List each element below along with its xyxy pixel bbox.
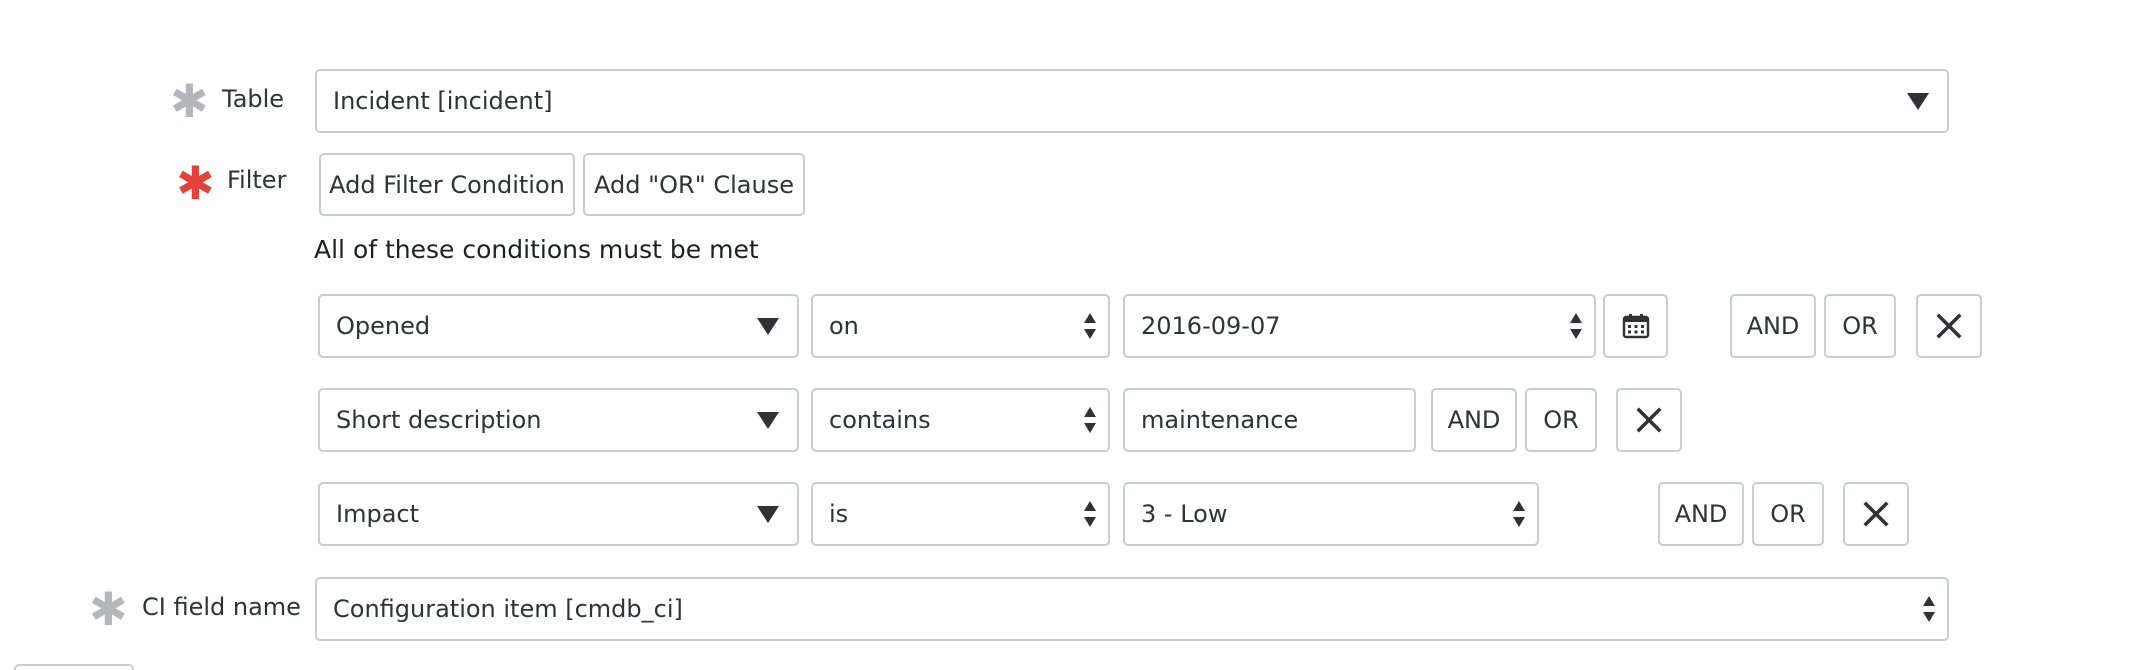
condition-field-value: Opened [336,312,431,340]
remove-condition-button[interactable] [1843,482,1909,546]
remove-condition-button[interactable] [1616,388,1682,452]
ci-field-name-value: Configuration item [cmdb_ci] [333,595,683,623]
required-mandatory-icon: ✱ [176,156,215,210]
condition-field-select[interactable]: Opened [318,294,799,358]
condition-operator-value: on [829,312,859,340]
condition-date-input[interactable]: 2016-09-07 [1123,294,1596,358]
close-icon [1863,501,1889,527]
select-arrows-icon [1923,595,1935,623]
condition-operator-select[interactable]: is [811,482,1110,546]
or-button[interactable]: OR [1752,482,1824,546]
condition-value-text: 3 - Low [1141,500,1228,528]
conditions-heading: All of these conditions must be met [314,235,759,264]
required-indicator-icon: ✱ [170,74,209,128]
filter-label: Filter [227,166,287,194]
chevron-down-icon [757,318,779,335]
condition-operator-select[interactable]: on [811,294,1110,358]
condition-operator-value: contains [829,406,931,434]
close-icon [1936,313,1962,339]
chevron-down-icon [757,506,779,523]
select-arrows-icon [1084,406,1096,434]
or-button[interactable]: OR [1525,388,1597,452]
condition-field-select[interactable]: Short description [318,388,799,452]
condition-builder-form: ✱ Table Incident [incident] ✱ Filter Add… [0,0,2156,670]
condition-date-value: 2016-09-07 [1141,312,1281,340]
or-button[interactable]: OR [1824,294,1896,358]
and-button[interactable]: AND [1658,482,1744,546]
add-filter-condition-button[interactable]: Add Filter Condition [319,153,575,216]
add-or-clause-button[interactable]: Add "OR" Clause [583,153,805,216]
condition-operator-select[interactable]: contains [811,388,1110,452]
condition-value-select[interactable]: 3 - Low [1123,482,1539,546]
ci-field-name-label: CI field name [142,593,301,621]
table-select[interactable]: Incident [incident] [315,69,1949,133]
table-select-value: Incident [incident] [333,87,553,115]
next-field-box-edge [14,664,134,670]
condition-field-value: Impact [336,500,420,528]
condition-text-value: maintenance [1141,406,1299,434]
condition-operator-value: is [829,500,849,528]
select-arrows-icon [1570,312,1582,340]
select-arrows-icon [1513,500,1525,528]
select-arrows-icon [1084,312,1096,340]
chevron-down-icon [1907,93,1929,110]
remove-condition-button[interactable] [1916,294,1982,358]
select-arrows-icon [1084,500,1096,528]
table-label: Table [222,85,285,113]
condition-text-input[interactable]: maintenance [1123,388,1416,452]
and-button[interactable]: AND [1431,388,1517,452]
condition-field-select[interactable]: Impact [318,482,799,546]
calendar-icon [1622,314,1649,339]
required-indicator-icon: ✱ [89,582,128,636]
ci-field-name-select[interactable]: Configuration item [cmdb_ci] [315,577,1949,641]
condition-field-value: Short description [336,406,542,434]
and-button[interactable]: AND [1730,294,1816,358]
calendar-button[interactable] [1603,294,1668,358]
chevron-down-icon [757,412,779,429]
close-icon [1636,407,1662,433]
